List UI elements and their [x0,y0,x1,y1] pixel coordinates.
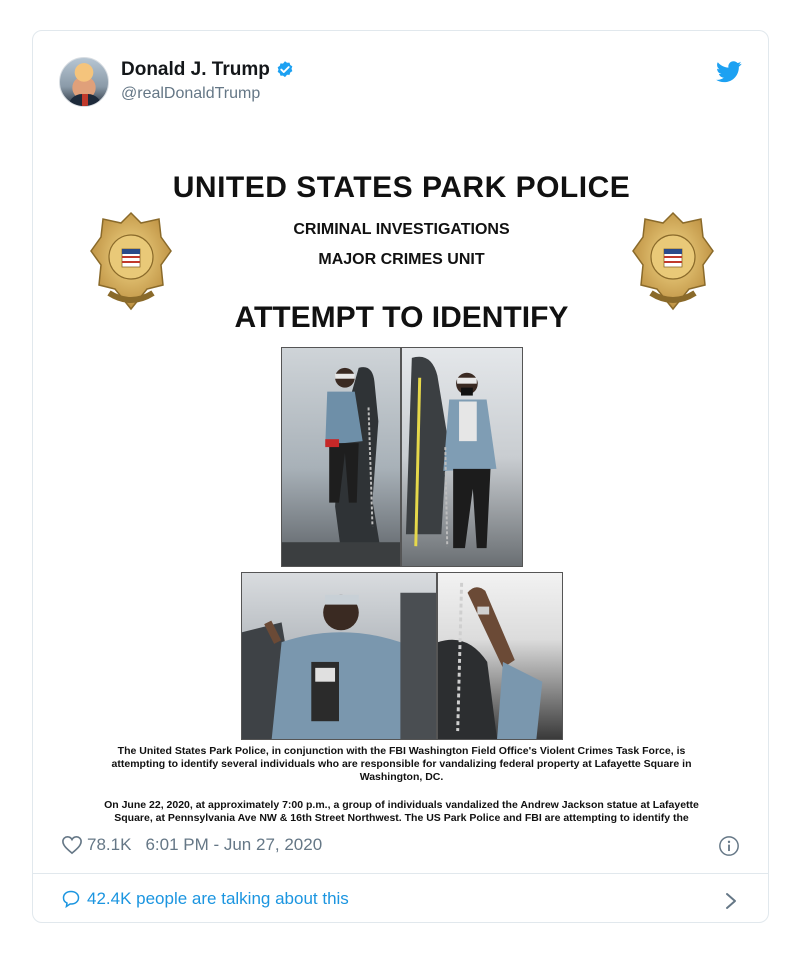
divider [33,873,768,874]
poster-title: UNITED STATES PARK POLICE [172,171,631,204]
chevron-right-icon[interactable] [724,891,738,911]
suspect-photo [437,572,563,740]
poster-subtitle-2: MAJOR CRIMES UNIT [318,251,485,268]
twitter-bird-icon[interactable] [716,61,742,83]
tweet-meta-row: 78.1K 6:01 PM - Jun 27, 2020 [61,833,322,857]
poster-paragraph-2: On June 22, 2020, at approximately 7:00 … [104,799,699,824]
conversation-link[interactable]: 42.4K people are talking about this [61,889,349,909]
poster-paragraph-1: The United States Park Police, in conjun… [111,745,692,783]
tweet-header: Donald J. Trump @realDonaldTrump [59,57,742,109]
speech-bubble-icon [62,890,80,909]
author-name-row[interactable]: Donald J. Trump [121,59,295,81]
conversation-text[interactable]: 42.4K people are talking about this [87,889,349,909]
attached-poster-image[interactable]: UNITED STATES PARK POLICE CRIMINAL INVES… [59,135,744,827]
author-handle[interactable]: @realDonaldTrump [121,85,260,103]
tweet-timestamp[interactable]: 6:01 PM - Jun 27, 2020 [145,835,322,855]
tweet-card[interactable]: Donald J. Trump @realDonaldTrump UNITED … [32,30,769,923]
suspect-photo [281,347,401,567]
like-count[interactable]: 78.1K [87,835,131,855]
verified-badge-icon [277,61,293,78]
heart-icon[interactable] [61,835,83,855]
poster-heading: ATTEMPT TO IDENTIFY [234,301,569,334]
info-icon[interactable] [718,835,740,857]
suspect-photo [401,347,523,567]
poster-subtitle-1: CRIMINAL INVESTIGATIONS [293,221,510,238]
avatar[interactable] [59,57,109,107]
author-name[interactable]: Donald J. Trump [121,59,270,81]
suspect-photo [241,572,437,740]
